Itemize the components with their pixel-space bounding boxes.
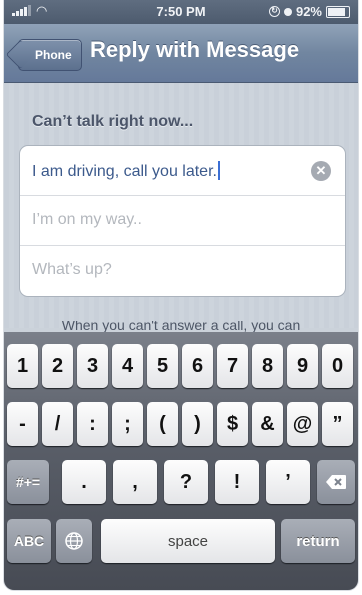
key-colon[interactable]: : [77,402,108,446]
backspace-icon [326,475,346,489]
globe-key[interactable] [56,519,92,563]
keyboard: 1 2 3 4 5 6 7 8 9 0 - / : ; ( ) $ & @ ” … [4,332,358,590]
phone-screen: ◠ 7:50 PM ↻ 92% Phone Reply with Message… [4,0,358,590]
key-exclamation[interactable]: ! [215,460,259,504]
key-6[interactable]: 6 [182,344,213,388]
key-ampersand[interactable]: & [252,402,283,446]
message-field-1[interactable]: I am driving, call you later. ✕ [20,146,345,196]
key-slash[interactable]: / [42,402,73,446]
key-0[interactable]: 0 [322,344,353,388]
status-bar: ◠ 7:50 PM ↻ 92% [4,0,358,24]
page-title: Reply with Message [90,37,300,62]
key-9[interactable]: 9 [287,344,318,388]
location-icon [283,7,292,16]
message-field-1-value: I am driving, call you later. [32,163,217,180]
return-key[interactable]: return [281,519,355,563]
key-close-paren[interactable]: ) [182,402,213,446]
key-2[interactable]: 2 [42,344,73,388]
key-question[interactable]: ? [164,460,208,504]
clear-text-icon[interactable]: ✕ [311,161,331,181]
key-1[interactable]: 1 [7,344,38,388]
key-3[interactable]: 3 [77,344,108,388]
message-group: I am driving, call you later. ✕ I’m on m… [19,145,346,297]
key-at[interactable]: @ [287,402,318,446]
navigation-bar: Phone Reply with Message [4,24,358,83]
message-field-2[interactable]: I’m on my way.. [20,196,345,246]
back-button-label: Phone [35,48,72,62]
key-period[interactable]: . [62,460,106,504]
backspace-key[interactable] [317,460,355,504]
key-open-paren[interactable]: ( [147,402,178,446]
key-4[interactable]: 4 [112,344,143,388]
key-8[interactable]: 8 [252,344,283,388]
key-semicolon[interactable]: ; [112,402,143,446]
symbols-key[interactable]: #+= [7,460,49,504]
battery-percent: 92% [295,4,322,19]
globe-icon [65,532,83,550]
space-key[interactable]: space [101,519,275,563]
key-5[interactable]: 5 [147,344,178,388]
key-apostrophe[interactable]: ’ [266,460,310,504]
rotation-lock-icon: ↻ [268,6,280,17]
message-field-2-placeholder: I’m on my way.. [32,211,142,228]
section-header: Can’t talk right now... [32,113,194,130]
key-quote[interactable]: ” [322,402,353,446]
abc-key[interactable]: ABC [7,519,51,563]
back-button[interactable]: Phone [18,39,82,71]
key-hyphen[interactable]: - [7,402,38,446]
message-field-3[interactable]: What’s up? [20,246,345,295]
key-7[interactable]: 7 [217,344,248,388]
text-cursor [217,161,220,180]
reply-messages-list: Can’t talk right now... I am driving, ca… [4,83,358,333]
message-field-3-placeholder: What’s up? [32,261,112,278]
battery-icon [326,5,350,18]
key-dollar[interactable]: $ [217,402,248,446]
key-comma[interactable]: , [113,460,157,504]
